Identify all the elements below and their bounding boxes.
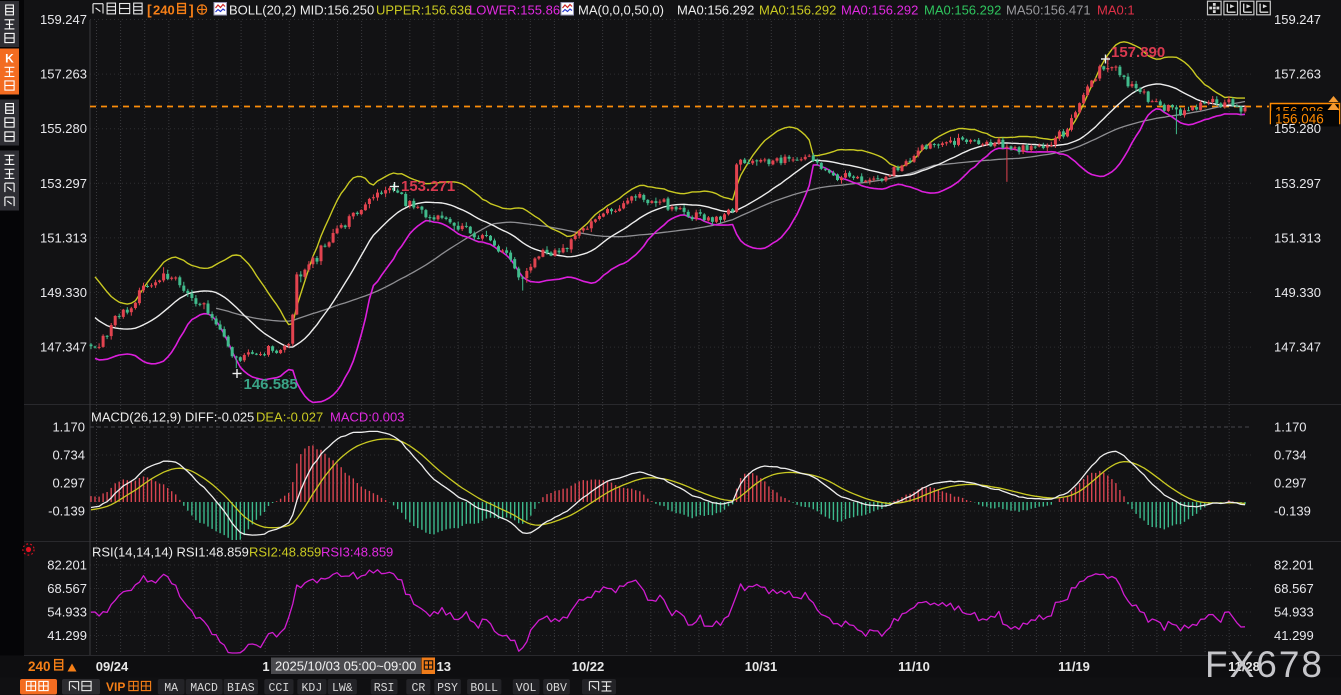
svg-text:147.347: 147.347 <box>40 340 87 355</box>
svg-text:10/31: 10/31 <box>745 659 778 674</box>
svg-text:BOLL(20,2) MID:156.250: BOLL(20,2) MID:156.250 <box>229 3 374 18</box>
svg-text:CCI: CCI <box>269 682 290 695</box>
svg-text:149.330: 149.330 <box>40 285 87 300</box>
svg-text:157.263: 157.263 <box>40 67 87 82</box>
svg-text:OBV: OBV <box>546 682 567 695</box>
svg-text:MACD: MACD <box>190 682 218 695</box>
svg-text:82.201: 82.201 <box>47 558 87 573</box>
svg-text:FX678: FX678 <box>1205 644 1324 685</box>
svg-text:VIP: VIP <box>106 680 125 694</box>
svg-text:MACD:0.003: MACD:0.003 <box>330 410 404 425</box>
svg-text:-0.139: -0.139 <box>1274 504 1311 519</box>
svg-text:159.247: 159.247 <box>40 12 87 27</box>
svg-text:149.330: 149.330 <box>1274 285 1321 300</box>
svg-text:KDJ: KDJ <box>302 682 323 695</box>
svg-text:BIAS: BIAS <box>227 682 255 695</box>
svg-text:BOLL: BOLL <box>470 682 498 695</box>
svg-text:RSI3:48.859: RSI3:48.859 <box>321 545 393 560</box>
svg-text:LW&: LW& <box>332 682 353 695</box>
svg-text:LOWER:155.865: LOWER:155.865 <box>469 3 567 18</box>
svg-text:240: 240 <box>28 659 51 674</box>
svg-text:157.263: 157.263 <box>1274 67 1321 82</box>
svg-text:1: 1 <box>262 659 269 674</box>
svg-text:MA0:156.292: MA0:156.292 <box>924 3 1001 18</box>
svg-text:54.933: 54.933 <box>1274 605 1314 620</box>
svg-text:[: [ <box>147 2 152 18</box>
svg-text:VOL: VOL <box>516 682 537 695</box>
svg-text:1.170: 1.170 <box>1274 420 1307 435</box>
svg-text:MA: MA <box>164 682 178 695</box>
svg-text:UPPER:156.636: UPPER:156.636 <box>376 3 471 18</box>
svg-text:11/10: 11/10 <box>898 659 930 674</box>
svg-text:68.567: 68.567 <box>1274 581 1314 596</box>
svg-text:240: 240 <box>153 3 175 18</box>
svg-text:147.347: 147.347 <box>1274 340 1321 355</box>
svg-text:CR: CR <box>411 682 425 695</box>
svg-text:153.297: 153.297 <box>40 176 87 191</box>
svg-text:155.280: 155.280 <box>40 121 87 136</box>
svg-text:68.567: 68.567 <box>47 581 87 596</box>
svg-text:13: 13 <box>437 659 451 674</box>
svg-text:MA0:1: MA0:1 <box>1097 3 1135 18</box>
svg-text:0.734: 0.734 <box>52 448 85 463</box>
svg-text:155.280: 155.280 <box>1274 121 1321 136</box>
svg-text:0.734: 0.734 <box>1274 448 1307 463</box>
svg-text:0.297: 0.297 <box>1274 476 1307 491</box>
svg-text:54.933: 54.933 <box>47 605 87 620</box>
svg-text:PSY: PSY <box>437 682 458 695</box>
svg-text:41.299: 41.299 <box>1274 628 1314 643</box>
svg-text:K: K <box>5 52 14 66</box>
svg-text:159.247: 159.247 <box>1274 12 1321 27</box>
svg-text:146.585: 146.585 <box>244 376 298 393</box>
svg-text:-0.139: -0.139 <box>48 504 85 519</box>
svg-text:MA0:156.292: MA0:156.292 <box>759 3 836 18</box>
svg-text:0.297: 0.297 <box>52 476 85 491</box>
svg-text:MA0:156.292: MA0:156.292 <box>841 3 918 18</box>
svg-text:09/24: 09/24 <box>96 659 129 674</box>
svg-text:1.170: 1.170 <box>52 420 85 435</box>
svg-text:151.313: 151.313 <box>40 230 87 245</box>
svg-text:RSI: RSI <box>374 682 395 695</box>
svg-text:2025/10/03 05:00~09:00: 2025/10/03 05:00~09:00 <box>275 659 416 674</box>
svg-text:157.890: 157.890 <box>1111 44 1165 61</box>
svg-text:DEA:-0.027: DEA:-0.027 <box>256 410 323 425</box>
svg-text:MA(0,0,0,50,0): MA(0,0,0,50,0) <box>578 3 664 18</box>
svg-text:153.271: 153.271 <box>401 178 455 195</box>
svg-text:151.313: 151.313 <box>1274 230 1321 245</box>
svg-text:RSI(14,14,14) RSI1:48.859: RSI(14,14,14) RSI1:48.859 <box>92 545 249 560</box>
svg-text:41.299: 41.299 <box>47 628 87 643</box>
svg-text:MA0:156.292: MA0:156.292 <box>677 3 754 18</box>
svg-text:11/19: 11/19 <box>1058 659 1090 674</box>
svg-text:RSI2:48.859: RSI2:48.859 <box>249 545 321 560</box>
svg-text:MA50:156.471: MA50:156.471 <box>1006 3 1091 18</box>
svg-text:153.297: 153.297 <box>1274 176 1321 191</box>
svg-text:10/22: 10/22 <box>572 659 605 674</box>
svg-text:MACD(26,12,9) DIFF:-0.025: MACD(26,12,9) DIFF:-0.025 <box>91 410 254 425</box>
svg-text:82.201: 82.201 <box>1274 558 1314 573</box>
svg-text:]: ] <box>189 2 194 18</box>
